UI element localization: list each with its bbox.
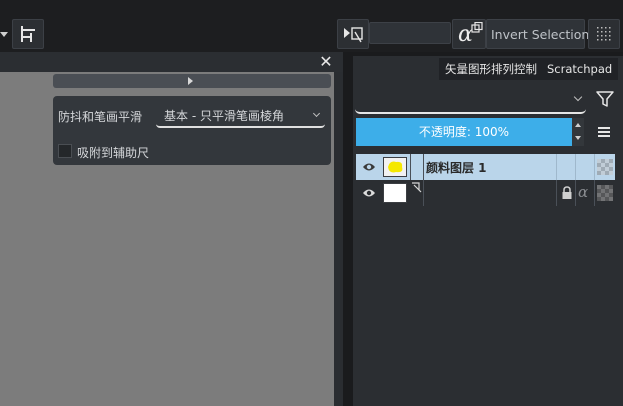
selection-input[interactable] — [369, 22, 451, 44]
inherit-alpha-icon[interactable] — [597, 159, 613, 175]
select-shapes-button[interactable] — [337, 19, 369, 49]
copy-square-icon — [471, 22, 483, 33]
lock-icon[interactable] — [560, 186, 574, 200]
column-divider — [594, 180, 595, 206]
toolbar-dropdown-arrow[interactable] — [0, 22, 10, 48]
spin-down-icon[interactable] — [575, 136, 581, 140]
filter-layers-button[interactable] — [594, 88, 616, 110]
stabilizer-select[interactable]: 基本 - 只平滑笔画棱角 — [156, 104, 325, 128]
column-divider — [594, 154, 595, 180]
spin-up-icon[interactable] — [575, 123, 581, 127]
column-divider — [556, 154, 557, 180]
tab-scratchpad-label: Scratchpad — [547, 62, 613, 76]
filter-funnel-icon — [596, 91, 614, 107]
canvas-tab-strip — [0, 52, 343, 72]
close-document-icon[interactable]: ✕ — [316, 52, 336, 72]
layers-menu-button[interactable] — [594, 122, 614, 142]
tab-scratchpad[interactable]: Scratchpad — [541, 58, 619, 80]
canvas-scrollbar[interactable] — [334, 72, 343, 406]
visibility-eye-icon[interactable] — [362, 187, 376, 199]
alpha-lock-icon[interactable]: α — [578, 183, 588, 201]
alpha-selection-button[interactable]: α — [452, 19, 486, 49]
opacity-label: 不透明度: 100% — [418, 125, 510, 139]
tab-vector-arrange[interactable]: 矢量图形排列控制 — [439, 58, 543, 80]
column-divider — [575, 154, 576, 180]
snap-ruler-label: 吸附到辅助尺 — [77, 146, 150, 160]
inherit-alpha-icon[interactable] — [597, 185, 613, 201]
layer-link-icon — [412, 182, 422, 193]
stabilizer-select-value: 基本 - 只平滑笔画棱角 — [164, 109, 284, 123]
layer-thumbnail — [383, 183, 407, 203]
column-divider — [423, 180, 424, 206]
layer-name: 颜料图层 1 — [426, 161, 487, 175]
blend-mode-select[interactable] — [355, 86, 586, 114]
invert-selection-button[interactable]: Invert Selection — [486, 19, 589, 49]
layer-thumbnail — [383, 157, 407, 177]
tool-options-collapse-bar[interactable] — [53, 74, 331, 88]
snap-ruler-checkbox[interactable] — [58, 144, 72, 158]
align-left-icon — [21, 26, 35, 42]
stabilizer-label: 防抖和笔画平滑 — [58, 110, 143, 124]
tab-vector-arrange-label: 矢量图形排列控制 — [445, 62, 537, 76]
column-divider — [575, 180, 576, 206]
grip-dots-icon — [597, 27, 611, 41]
align-tool-button[interactable] — [12, 19, 44, 49]
chevron-down-icon — [312, 109, 321, 118]
column-divider — [423, 154, 424, 180]
opacity-slider[interactable]: 不透明度: 100% — [356, 118, 572, 146]
invert-selection-label: Invert Selection — [491, 27, 590, 42]
collapse-triangle-icon — [188, 77, 193, 85]
visibility-eye-icon[interactable] — [362, 161, 376, 173]
paint-blob-icon — [388, 161, 403, 173]
column-divider — [410, 154, 411, 180]
select-shapes-icon — [344, 27, 363, 43]
layer-row[interactable]: α — [356, 180, 615, 206]
more-options-grip[interactable] — [588, 19, 620, 49]
hamburger-menu-icon — [598, 127, 610, 137]
layer-row[interactable]: 颜料图层 1 — [356, 154, 615, 180]
chevron-down-icon — [573, 92, 583, 102]
opacity-spinner[interactable] — [572, 118, 584, 146]
column-divider — [556, 180, 557, 206]
